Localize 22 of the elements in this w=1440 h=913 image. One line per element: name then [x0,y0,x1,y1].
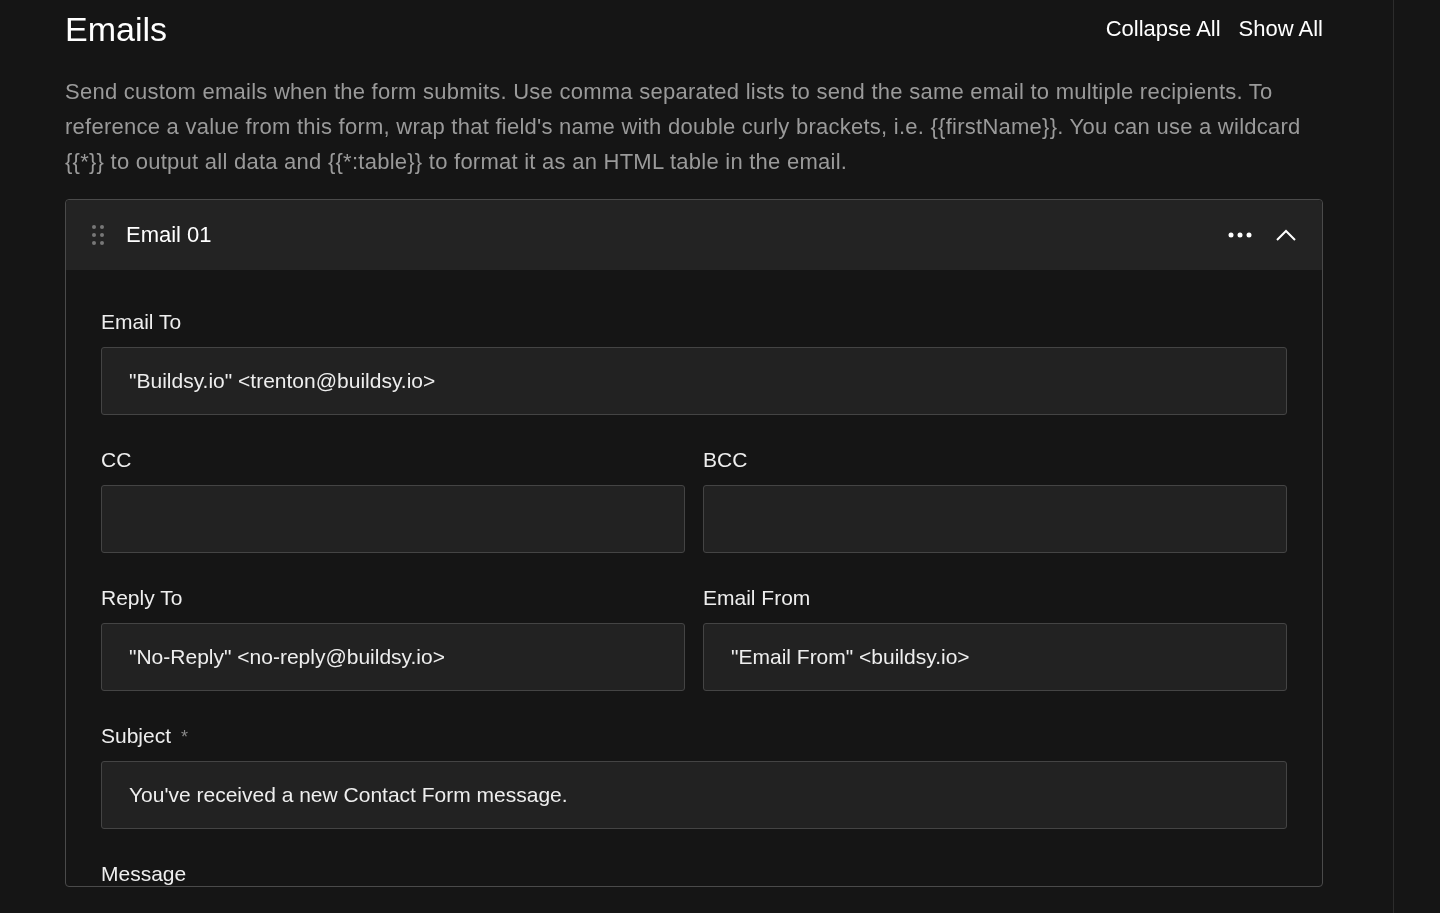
drag-handle-icon[interactable] [92,225,104,245]
text-field[interactable]: "No-Reply" <no-reply@buildsy.io> [101,623,685,691]
field-label: BCC [703,448,748,472]
field-label: Reply To [101,586,183,610]
text-field[interactable]: "Email From" <buildsy.io> [703,623,1287,691]
collapse-chevron-icon[interactable] [1276,229,1296,241]
text-field[interactable] [703,485,1287,553]
text-field[interactable] [101,485,685,553]
field-label: Email To [101,310,182,334]
required-mark: * [181,727,189,748]
action-link[interactable]: Show All [1238,16,1323,42]
email-title: Email 01 [126,222,213,248]
text-field[interactable]: You've received a new Contact Form message. [101,761,1287,829]
action-link[interactable]: Collapse All [1105,16,1221,42]
section-title: Emails [65,9,168,49]
section-description: Send custom emails when the form submits. Use comma separated lists to send the same email to multiple recipients. To reference a value from this form, wrap that field's name with double curly brackets, i.e. {{firstName}}. You can use a wildcard {{*}} to output all data and {{*:table}} to format it as an HTML table in the email. [65,78,1302,176]
more-options-icon[interactable] [1228,232,1252,238]
field-label: Email From [703,586,811,610]
field-label: Message [101,862,187,886]
field-label: Subject [101,724,172,748]
field-label: CC [101,448,132,472]
text-field[interactable]: "Buildsy.io" <trenton@buildsy.io> [101,347,1287,415]
